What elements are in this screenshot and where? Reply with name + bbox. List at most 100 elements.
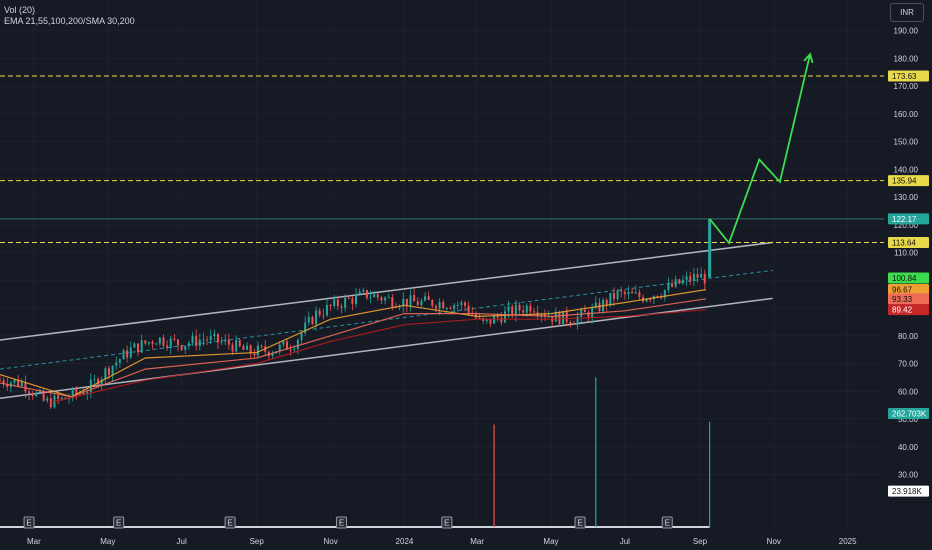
moving-average-line xyxy=(50,309,707,403)
y-tick-label: 180.00 xyxy=(894,54,919,63)
y-tick-label: 140.00 xyxy=(894,165,919,174)
candle-body xyxy=(689,276,692,281)
candle xyxy=(442,299,445,309)
candle xyxy=(587,309,590,322)
candle-body xyxy=(456,304,459,306)
candle-body xyxy=(569,322,572,325)
candle xyxy=(104,366,107,386)
y-tick-label: 40.00 xyxy=(898,443,919,452)
price-label: 122.17 xyxy=(888,213,929,225)
candle-body xyxy=(307,317,310,323)
candle xyxy=(318,308,321,318)
candle xyxy=(329,303,332,312)
earnings-event-marker[interactable]: E xyxy=(661,516,673,529)
candle-body xyxy=(674,279,677,287)
y-tick-label: 150.00 xyxy=(894,138,919,147)
candle-body xyxy=(42,391,45,401)
earnings-event-marker[interactable]: E xyxy=(574,516,586,529)
candle xyxy=(206,335,209,346)
candle-body xyxy=(325,304,328,316)
candle xyxy=(300,331,303,345)
earnings-event-marker[interactable]: E xyxy=(113,516,125,529)
candle xyxy=(191,332,194,347)
candle xyxy=(460,299,463,311)
candle xyxy=(202,332,205,346)
candle-body xyxy=(464,302,467,306)
price-label-text: 113.64 xyxy=(892,238,916,247)
candle xyxy=(213,329,216,342)
candle-body xyxy=(449,308,452,310)
candle-body xyxy=(580,309,583,317)
earnings-event-marker[interactable]: E xyxy=(335,516,347,529)
x-tick-label: Mar xyxy=(27,537,41,546)
candle xyxy=(129,341,132,360)
candle xyxy=(434,304,437,313)
candle-body xyxy=(246,345,249,350)
candle xyxy=(304,316,307,336)
candle-body xyxy=(231,344,234,352)
candle-body xyxy=(525,305,528,313)
y-tick-label: 190.00 xyxy=(894,27,919,36)
candle-body xyxy=(224,339,227,342)
candle-body xyxy=(605,300,608,306)
candle xyxy=(137,343,140,357)
earnings-event-marker[interactable]: E xyxy=(23,516,35,529)
channel-mid-line xyxy=(0,269,773,370)
candle xyxy=(242,343,245,350)
candle xyxy=(678,278,681,285)
candle-body xyxy=(344,297,347,308)
candle-body xyxy=(467,305,470,313)
event-marker-label: E xyxy=(665,519,670,528)
candle-body xyxy=(362,289,365,292)
candle-body xyxy=(493,316,496,324)
candle xyxy=(173,334,176,342)
candle-body xyxy=(631,291,634,294)
candle xyxy=(376,293,379,301)
candle xyxy=(703,269,706,291)
candle xyxy=(340,303,343,314)
earnings-event-marker[interactable]: E xyxy=(441,516,453,529)
candle-body xyxy=(347,297,350,299)
x-tick-label: Sep xyxy=(693,537,708,546)
legend-ema[interactable]: EMA 21,55,100,200/SMA 30,200 xyxy=(4,16,135,27)
indicator-legend: Vol (20) EMA 21,55,100,200/SMA 30,200 xyxy=(4,5,135,27)
earnings-event-marker[interactable]: E xyxy=(224,516,236,529)
price-label: 135.94 xyxy=(888,175,929,187)
candle xyxy=(151,339,154,350)
candle xyxy=(413,288,416,302)
candle-body xyxy=(583,309,586,313)
candle xyxy=(256,341,259,359)
channel-upper-line xyxy=(0,241,773,341)
candle-body xyxy=(60,397,63,399)
candle-body xyxy=(409,295,412,307)
candle-body xyxy=(514,304,517,316)
candle-body xyxy=(620,290,623,292)
x-tick-label: May xyxy=(543,537,558,546)
candle xyxy=(246,341,249,351)
candle-body xyxy=(565,310,568,323)
candle xyxy=(93,374,96,384)
candle-body xyxy=(206,339,209,341)
x-tick-label: Jul xyxy=(620,537,630,546)
candle xyxy=(53,392,56,409)
candle-body xyxy=(0,380,1,382)
candle-body xyxy=(700,274,703,278)
candle-body xyxy=(137,343,140,353)
x-tick-label: Sep xyxy=(250,537,265,546)
candle-body xyxy=(380,297,383,301)
currency-button[interactable]: INR xyxy=(890,3,924,22)
legend-volume[interactable]: Vol (20) xyxy=(4,5,135,16)
candle-body xyxy=(453,305,456,309)
breakout-candle xyxy=(708,218,712,278)
candle xyxy=(424,292,427,302)
candle xyxy=(689,271,692,285)
y-tick-label: 160.00 xyxy=(894,110,919,119)
candle-body xyxy=(242,346,245,350)
candle-body xyxy=(322,315,325,317)
price-chart[interactable]: E E E E E E E 190.00 180.00 170.00 160.00 150.00 140… xyxy=(0,0,932,550)
candle-body xyxy=(351,298,354,304)
price-label-text: 173.63 xyxy=(892,72,917,81)
candle-body xyxy=(107,368,110,375)
candle xyxy=(402,292,405,313)
candle xyxy=(700,267,703,278)
